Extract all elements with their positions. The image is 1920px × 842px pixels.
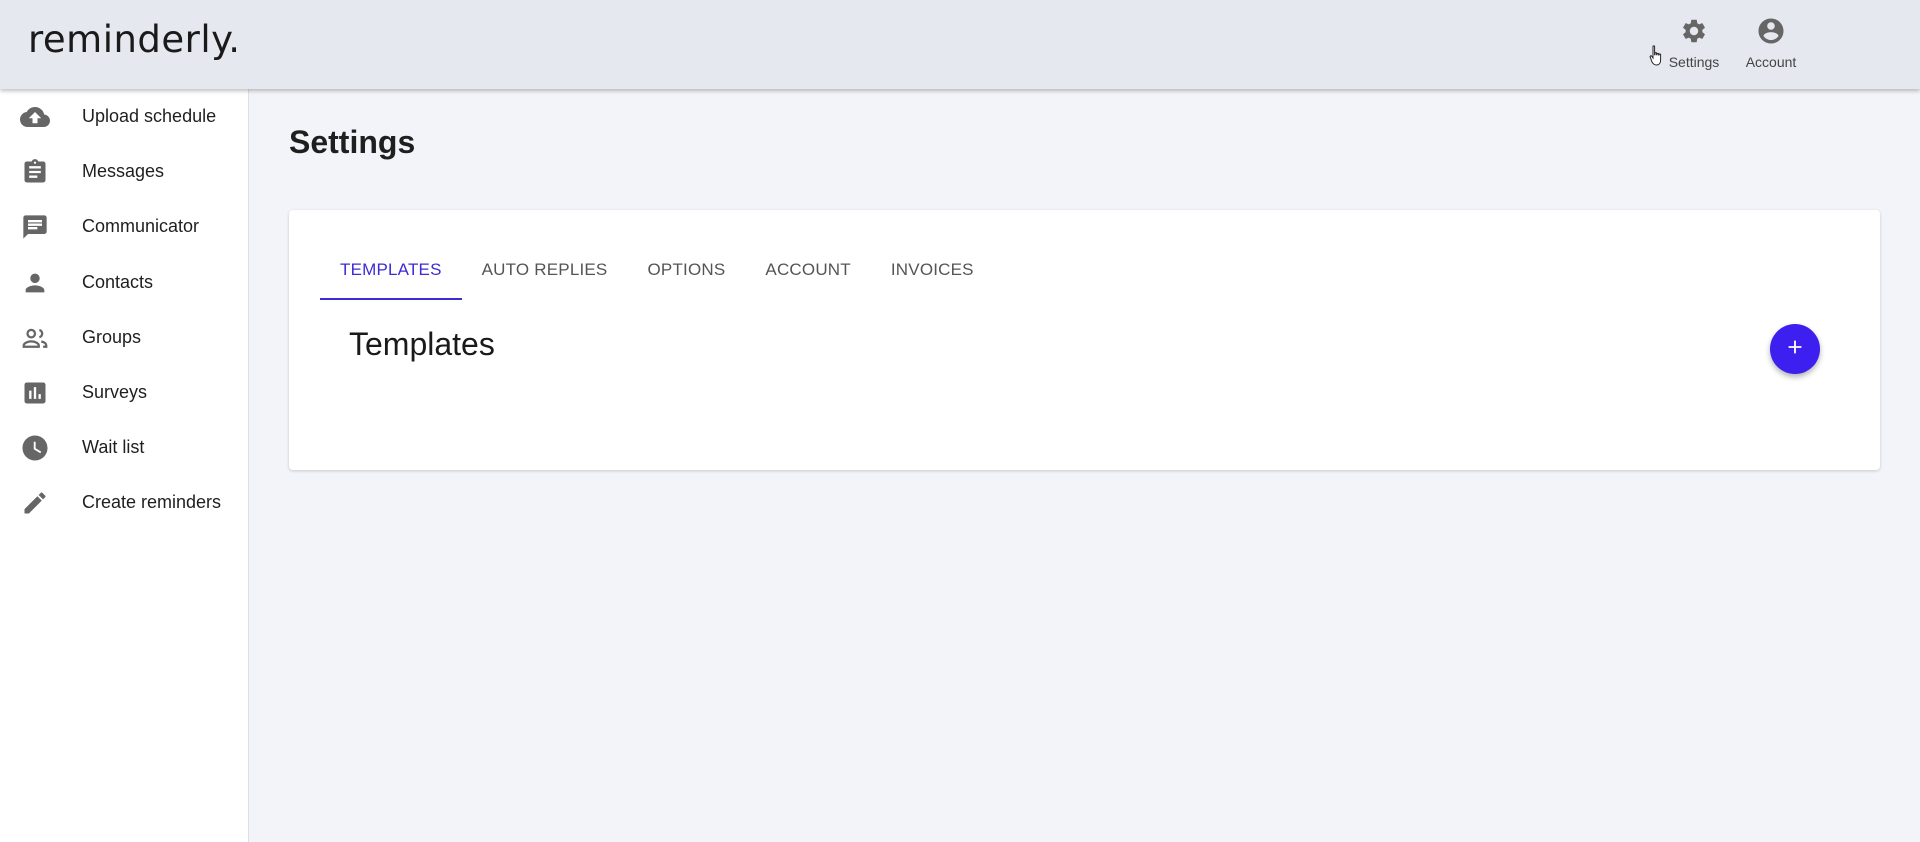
tab-auto-replies[interactable]: AUTO REPLIES xyxy=(462,240,628,300)
sidebar-item-label: Create reminders xyxy=(82,492,222,512)
account-label: Account xyxy=(1745,54,1797,70)
sidebar-item-create-reminders[interactable]: Create reminders xyxy=(0,475,249,530)
plus-icon xyxy=(1784,336,1806,363)
settings-tabs: TEMPLATES AUTO REPLIES OPTIONS ACCOUNT I… xyxy=(320,240,994,300)
page-title: Settings xyxy=(289,124,416,160)
sidebar-item-label: Messages xyxy=(82,161,165,181)
add-template-button[interactable] xyxy=(1770,324,1820,374)
bar-chart-icon xyxy=(20,378,50,408)
sidebar-nav: Upload schedule Messages Communicator Co… xyxy=(0,89,249,842)
people-icon xyxy=(20,323,50,353)
chat-icon xyxy=(20,212,50,242)
tab-invoices[interactable]: INVOICES xyxy=(871,240,994,300)
sidebar-item-label: Contacts xyxy=(82,272,154,292)
sidebar-item-contacts[interactable]: Contacts xyxy=(0,255,249,310)
sidebar-item-upload-schedule[interactable]: Upload schedule xyxy=(0,89,249,144)
settings-card: TEMPLATES AUTO REPLIES OPTIONS ACCOUNT I… xyxy=(289,210,1880,470)
account-button[interactable]: Account xyxy=(1733,16,1809,76)
settings-button[interactable]: Settings xyxy=(1656,16,1732,76)
clock-icon xyxy=(20,433,50,463)
settings-label: Settings xyxy=(1668,54,1720,70)
sidebar-item-messages[interactable]: Messages xyxy=(0,144,249,199)
sidebar-item-label: Groups xyxy=(82,327,142,347)
tab-options[interactable]: OPTIONS xyxy=(627,240,745,300)
clipboard-icon xyxy=(20,157,50,187)
sidebar-item-wait-list[interactable]: Wait list xyxy=(0,420,249,475)
sidebar-item-groups[interactable]: Groups xyxy=(0,310,249,365)
pencil-icon xyxy=(20,488,50,518)
account-circle-icon xyxy=(1756,16,1786,46)
pointer-cursor-icon xyxy=(1648,44,1666,73)
tab-account[interactable]: ACCOUNT xyxy=(745,240,870,300)
app-logo[interactable]: reminderly. xyxy=(28,18,241,61)
sidebar-item-communicator[interactable]: Communicator xyxy=(0,199,249,254)
sidebar-item-label: Communicator xyxy=(82,216,200,236)
tab-templates[interactable]: TEMPLATES xyxy=(320,240,462,300)
sidebar-item-surveys[interactable]: Surveys xyxy=(0,365,249,420)
sidebar-item-label: Upload schedule xyxy=(82,106,217,126)
section-title: Templates xyxy=(349,326,495,362)
gear-icon xyxy=(1679,16,1709,46)
top-app-bar: reminderly. Settings Account xyxy=(0,0,1920,89)
sidebar-item-label: Wait list xyxy=(82,437,145,457)
person-icon xyxy=(20,268,50,298)
sidebar-item-label: Surveys xyxy=(82,382,148,402)
cloud-upload-icon xyxy=(20,102,50,132)
